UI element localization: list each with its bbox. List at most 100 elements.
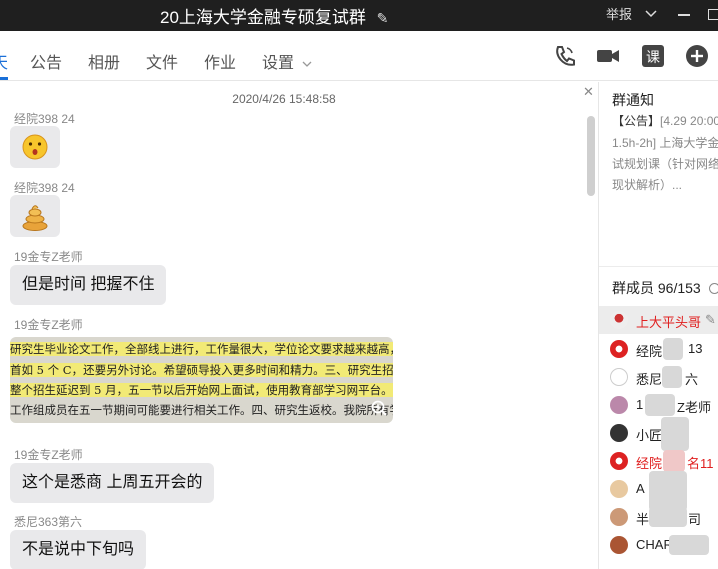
avatar	[610, 452, 628, 470]
image-text-line: 首如 5 个 C，还要另外讨论。希望硕导投入更多时间和精力。三、研究生招生。	[10, 362, 393, 378]
sidebar-divider	[599, 266, 718, 267]
video-call-icon[interactable]	[595, 43, 621, 69]
member-item[interactable]: 半 司	[599, 503, 718, 531]
member-item[interactable]: 经院 13	[599, 335, 718, 363]
image-text-line: 研究生毕业论文工作，全部线上进行，工作量很大，学位论文要求越来越高，校	[10, 341, 393, 357]
tab-chat[interactable]: 天	[0, 49, 8, 73]
image-text-highlight: 整个招生延迟到 5 月，五一节以后开始网上面试，使用教育部学习网平台。面试	[10, 383, 393, 397]
blurred-name	[661, 417, 689, 451]
member-item[interactable]: 悉尼 六	[599, 363, 718, 391]
chat-area[interactable]: 2020/4/26 15:48:58 经院398 24 经院398 24 19金…	[0, 82, 598, 569]
avatar	[610, 368, 628, 386]
poop-icon	[22, 205, 48, 231]
member-name: CHAR	[636, 537, 673, 552]
message-sender[interactable]: 19金专Z老师	[14, 248, 83, 265]
edit-icon[interactable]: ✎	[705, 312, 716, 328]
message-bubble[interactable]	[10, 195, 60, 237]
group-notice-line[interactable]: 试规划课（针对网络	[612, 155, 718, 172]
member-name: 经院	[636, 344, 663, 359]
member-name: 上大平头哥	[636, 315, 702, 330]
member-name: 悉尼	[636, 372, 663, 387]
message-sender[interactable]: 经院398 24	[14, 110, 75, 127]
phone-call-icon[interactable]	[552, 43, 578, 69]
notice-prefix: 【公告】	[612, 114, 661, 128]
image-text-highlight: 首如 5 个 C，还要另外讨论。希望硕导投入更多时间和精力。三、研究生招生。	[10, 363, 393, 377]
message-sender[interactable]: 19金专Z老师	[14, 446, 83, 463]
member-name-suffix: Z老师	[677, 400, 711, 415]
tab-bar: 天 公告 相册 文件 作业 设置 课	[0, 31, 718, 81]
group-notice-line[interactable]: 现状解析）...	[612, 176, 682, 193]
member-name-suffix: 六	[685, 372, 699, 387]
group-notice-line[interactable]: 1.5h-2h] 上海大学金	[612, 134, 718, 151]
blurred-name	[669, 535, 709, 555]
image-message[interactable]: 研究生毕业论文工作，全部线上进行，工作量很大，学位论文要求越来越高，校 首如 5…	[10, 337, 393, 423]
tab-album[interactable]: 相册	[88, 49, 120, 73]
avatar	[610, 311, 628, 329]
message-bubble[interactable]: 这个是悉商 上周五开会的	[10, 463, 215, 503]
image-text-line: 整个招生延迟到 5 月，五一节以后开始网上面试，使用教育部学习网平台。面试	[10, 382, 393, 398]
tab-settings-label: 设置	[262, 55, 295, 72]
chat-scrollbar[interactable]	[587, 116, 595, 196]
title-bar: 20上海大学金融专硕复试群 ✎ 举报	[0, 0, 718, 31]
message-sender[interactable]: 经院398 24	[14, 179, 75, 196]
class-icon[interactable]: 课	[640, 43, 666, 69]
search-icon[interactable]	[708, 283, 718, 294]
avatar	[610, 396, 628, 414]
member-name-suffix: 13	[688, 341, 703, 356]
tab-announcements[interactable]: 公告	[30, 49, 62, 73]
report-button[interactable]: 举报	[606, 4, 632, 23]
tab-homework[interactable]: 作业	[204, 49, 236, 73]
edit-icon[interactable]: ✎	[377, 10, 389, 27]
surprised-face-icon	[22, 134, 48, 160]
active-tab-indicator	[0, 77, 8, 80]
image-text-highlight: 研究生毕业论文工作，全部线上进行，工作量很大，学位论文要求越来越高，校	[10, 342, 393, 356]
message-timestamp: 2020/4/26 15:48:58	[232, 92, 336, 106]
member-name: 经院	[636, 456, 663, 471]
window-title-text: 20上海大学金融专硕复试群	[160, 8, 366, 27]
chevron-down-icon[interactable]	[645, 9, 657, 19]
blurred-name	[649, 507, 687, 527]
window-title[interactable]: 20上海大学金融专硕复试群 ✎	[160, 3, 388, 28]
tab-settings[interactable]: 设置	[262, 49, 312, 73]
message-sender[interactable]: 悉尼363第六	[14, 513, 82, 530]
member-name: A	[636, 481, 645, 496]
chevron-down-icon	[303, 61, 312, 67]
avatar	[610, 508, 628, 526]
members-title[interactable]: 群成员 96/153	[612, 278, 718, 298]
blurred-name	[663, 338, 683, 360]
zoom-in-icon[interactable]	[370, 399, 388, 417]
avatar	[610, 536, 628, 554]
svg-text:课: 课	[646, 50, 660, 66]
avatar	[610, 424, 628, 442]
member-item[interactable]: 1 Z老师	[599, 391, 718, 419]
member-item[interactable]: 小匠	[599, 417, 718, 451]
message-bubble[interactable]	[10, 126, 60, 168]
message-sender[interactable]: 19金专Z老师	[14, 316, 83, 333]
close-icon[interactable]: ✕	[583, 84, 594, 100]
add-icon[interactable]	[684, 43, 710, 69]
blurred-name	[663, 450, 685, 472]
group-sidebar: 群通知 【公告】[4.29 20:00 1.5h-2h] 上海大学金 试规划课（…	[599, 82, 718, 569]
image-text-line: 工作组成员在五一节期间可能要进行相关工作。四、研究生返校。我院所有学	[10, 403, 393, 417]
member-item[interactable]: CHAR	[599, 531, 718, 559]
message-bubble[interactable]: 不是说中下旬吗	[10, 530, 147, 569]
member-name: 1	[636, 397, 644, 412]
tab-files[interactable]: 文件	[146, 49, 178, 73]
member-name: 小匠	[636, 428, 663, 443]
minimize-icon[interactable]	[678, 14, 690, 16]
group-notice-line[interactable]: 【公告】[4.29 20:00	[612, 112, 718, 129]
maximize-icon[interactable]	[708, 9, 718, 20]
member-item[interactable]: A	[599, 471, 718, 511]
member-name-suffix: 司	[688, 512, 702, 527]
avatar	[610, 480, 628, 498]
blurred-name	[662, 366, 682, 388]
avatar	[610, 340, 628, 358]
message-bubble[interactable]: 但是时间 把握不住	[10, 265, 167, 305]
blurred-name	[645, 394, 675, 416]
member-name-suffix: 名11	[687, 456, 714, 471]
notice-line-text: [4.29 20:00	[660, 114, 718, 128]
member-item[interactable]: 上大平头哥 ✎	[599, 306, 718, 334]
group-notice-title[interactable]: 群通知	[612, 90, 654, 110]
member-name: 半	[636, 512, 650, 527]
members-count: 群成员 96/153	[612, 280, 701, 296]
